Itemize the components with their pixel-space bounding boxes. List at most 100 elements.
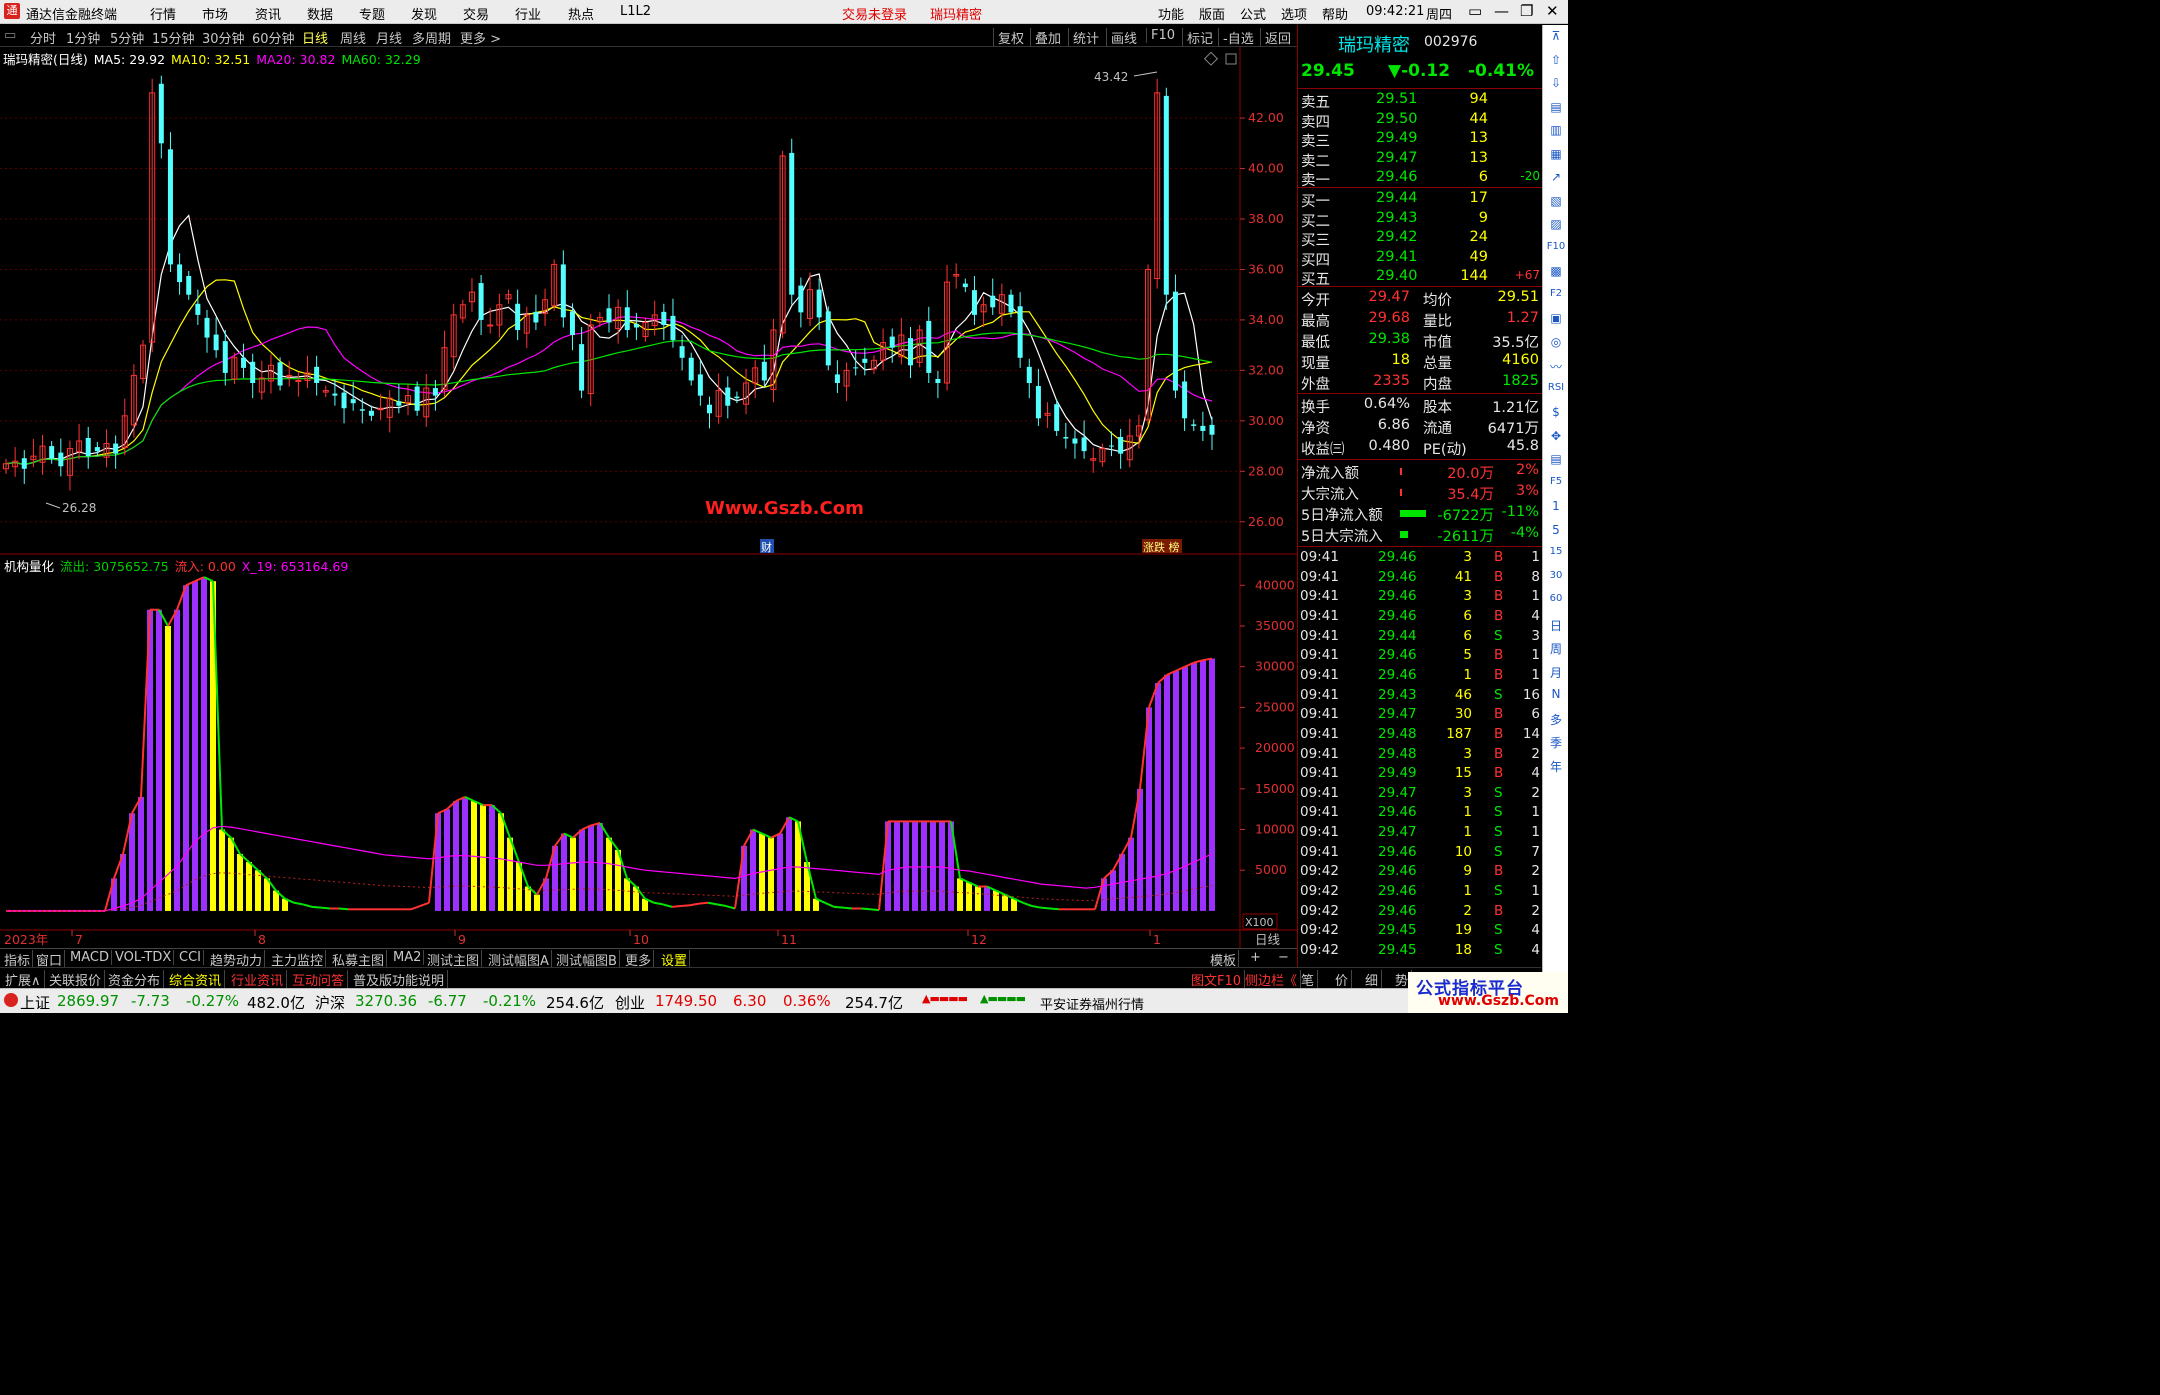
cai-mark[interactable]: 财 [761, 540, 772, 554]
stat-row[interactable]: 外盘 2335 内盘 1825 [1298, 372, 1542, 393]
period-5min[interactable]: 5分钟 [110, 28, 144, 47]
flow-bar[interactable] [570, 837, 576, 911]
menu-l1l2[interactable]: L1L2 [620, 4, 651, 19]
flow-bar[interactable] [1146, 707, 1152, 911]
info-tab[interactable]: 扩展∧ [2, 970, 45, 989]
candle-down[interactable] [606, 308, 612, 323]
sidebar-button[interactable]: N [1543, 687, 1569, 701]
tick-row[interactable]: 09:41 29.46 10 S 7 [1298, 843, 1542, 863]
tick-row[interactable]: 09:41 29.47 30 B 6 [1298, 705, 1542, 725]
tick-row[interactable]: 09:41 29.46 1 S 1 [1298, 803, 1542, 823]
restore-icon[interactable]: ▭ [1468, 2, 1482, 20]
period-monthly[interactable]: 月线 [376, 28, 402, 47]
candle-down[interactable] [1063, 436, 1069, 439]
candle-down[interactable] [213, 334, 219, 351]
flow-bar[interactable] [1110, 870, 1116, 911]
candle-down[interactable] [688, 357, 694, 381]
candle-down[interactable] [204, 317, 210, 338]
candle-down[interactable] [1209, 424, 1215, 435]
candle-down[interactable] [85, 438, 91, 457]
candle-down[interactable] [1182, 381, 1188, 419]
tool-zixuan[interactable]: -自选 [1218, 28, 1254, 47]
flow-bar[interactable] [624, 878, 630, 911]
tab-macd[interactable]: MACD [68, 950, 112, 965]
bid-row[interactable]: 买二 29.43 9 [1298, 209, 1542, 230]
flow-row[interactable]: 大宗流入 35.4万 3% [1298, 482, 1542, 503]
menu-zhuanti[interactable]: 专题 [359, 4, 385, 23]
candle-down[interactable] [241, 357, 247, 368]
candle-down[interactable] [478, 283, 484, 320]
period-1min[interactable]: 1分钟 [66, 28, 100, 47]
sidebar-button[interactable]: ▧ [1543, 194, 1569, 208]
bid-row[interactable]: 买三 29.42 24 [1298, 228, 1542, 249]
flow-bar[interactable] [984, 886, 990, 911]
menu-hangqing[interactable]: 行情 [150, 4, 176, 23]
candle-down[interactable] [533, 311, 539, 323]
tool-f10[interactable]: F10 [1146, 28, 1175, 43]
flow-bar[interactable] [768, 837, 774, 911]
ask-row[interactable]: 卖四 29.50 44 [1298, 110, 1542, 131]
info-tab[interactable]: 普及版功能说明 [350, 970, 449, 989]
sidebar-button[interactable]: ▣ [1543, 311, 1569, 325]
candle-down[interactable] [579, 344, 585, 391]
flow-bar[interactable] [1002, 894, 1008, 911]
candle-down[interactable] [569, 311, 575, 336]
tick-row[interactable]: 09:41 29.46 5 B 1 [1298, 646, 1542, 666]
candle-down[interactable] [661, 311, 667, 325]
sidebar-button[interactable]: 季 [1543, 734, 1569, 751]
updown-icon[interactable]: ▲▬▬▬▬ [922, 992, 968, 1005]
flow-bar[interactable] [462, 796, 468, 911]
tick-row[interactable]: 09:42 29.45 18 S 4 [1298, 941, 1542, 961]
candle-down[interactable] [1163, 95, 1169, 295]
candle-down[interactable] [515, 303, 521, 331]
menu-faxian[interactable]: 发现 [411, 4, 437, 23]
candle-down[interactable] [862, 358, 868, 363]
menu-xuanxiang[interactable]: 选项 [1281, 4, 1307, 23]
flow-bar[interactable] [597, 823, 603, 911]
period-60min[interactable]: 60分钟 [252, 28, 295, 47]
flow-bar[interactable] [588, 825, 594, 911]
sidebar-button[interactable]: 60 [1543, 593, 1569, 604]
candle-down[interactable] [1109, 445, 1114, 447]
tab-ma2[interactable]: MA2 [391, 950, 425, 965]
candle-down[interactable] [332, 393, 338, 396]
candle-down[interactable] [816, 289, 822, 318]
chart-window-icon[interactable] [1225, 53, 1237, 65]
idx-sh-name[interactable]: 上证 [20, 992, 50, 1013]
sidebar-button[interactable]: ↗ [1543, 170, 1569, 184]
sidebar-button[interactable]: 5 [1543, 523, 1569, 537]
flow-bar[interactable] [1137, 788, 1143, 911]
tool-huaxian[interactable]: 画线 [1106, 28, 1137, 47]
candle-down[interactable] [971, 290, 977, 315]
sidebar-button[interactable]: ▥ [1543, 123, 1569, 137]
menu-hangye[interactable]: 行业 [515, 4, 541, 23]
candle-down[interactable] [167, 149, 173, 265]
candle-down[interactable] [396, 401, 402, 406]
menu-zixun[interactable]: 资讯 [255, 4, 281, 23]
tab-vol-tdx[interactable]: VOL-TDX [113, 950, 175, 965]
tab-cci[interactable]: CCI [177, 950, 204, 965]
indicator-chart[interactable]: 5000 10000 15000 20000 25000 30000 35000 40000 2… [0, 555, 1297, 948]
bid-row[interactable]: 买四 29.41 49 [1298, 248, 1542, 269]
tick-row[interactable]: 09:41 29.47 1 S 1 [1298, 823, 1542, 843]
sidebar-button[interactable]: 日 [1543, 617, 1569, 634]
candle-down[interactable] [113, 443, 119, 454]
sidebar-button[interactable]: ✥ [1543, 429, 1569, 443]
flow-bar[interactable] [903, 821, 909, 911]
tick-row[interactable]: 09:41 29.49 15 B 4 [1298, 764, 1542, 784]
flow-row[interactable]: 5日大宗流入 -2611万 -4% [1298, 524, 1542, 545]
flow-bar[interactable] [192, 581, 198, 911]
candle-down[interactable] [350, 399, 356, 404]
candle-down[interactable] [1072, 438, 1078, 444]
candle-down[interactable] [926, 320, 932, 373]
idx-cy-name[interactable]: 创业 [615, 992, 645, 1013]
info-right-tab[interactable]: 价 [1332, 970, 1353, 989]
flow-bar[interactable] [606, 837, 612, 911]
candle-down[interactable] [834, 374, 840, 383]
flow-bar[interactable] [1173, 670, 1179, 911]
tick-row[interactable]: 09:42 29.46 2 B 2 [1298, 902, 1542, 922]
info-tab[interactable]: 行业资讯 [228, 970, 288, 989]
candle-down[interactable] [624, 307, 630, 331]
flow-bar[interactable] [966, 882, 972, 911]
info-tab[interactable]: 综合资讯 [166, 970, 226, 989]
